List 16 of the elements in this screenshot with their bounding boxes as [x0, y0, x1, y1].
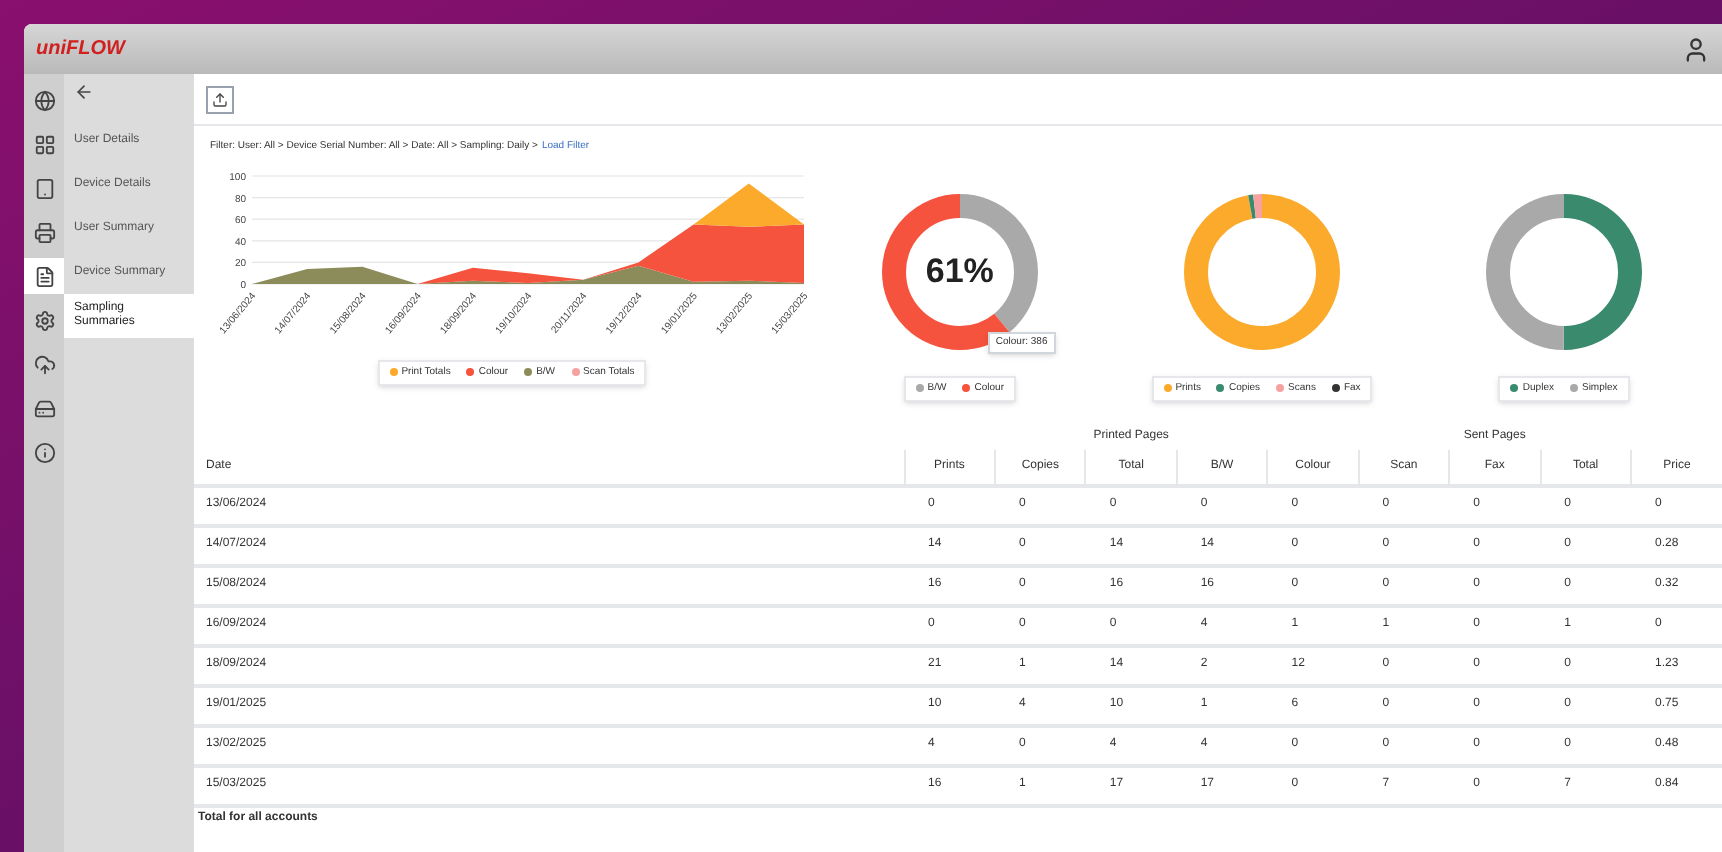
info-icon: [33, 441, 55, 463]
grid-icon: [33, 133, 55, 155]
logo: uniFLOW: [36, 36, 125, 64]
printer-icon: [33, 221, 55, 243]
percentage-label: 61%: [925, 253, 994, 289]
drive-icon: [33, 397, 55, 419]
upload-icon: [212, 91, 228, 107]
document-icon: [33, 265, 55, 287]
export-button[interactable]: [206, 85, 234, 113]
globe-icon: [33, 89, 55, 111]
settings-icon: [33, 309, 55, 331]
back-arrow-icon[interactable]: [74, 82, 94, 102]
cloud-upload-icon: [33, 353, 55, 375]
user-icon[interactable]: [1682, 35, 1710, 63]
tablet-icon: [33, 177, 55, 199]
nav-button[interactable]: [24, 258, 64, 294]
